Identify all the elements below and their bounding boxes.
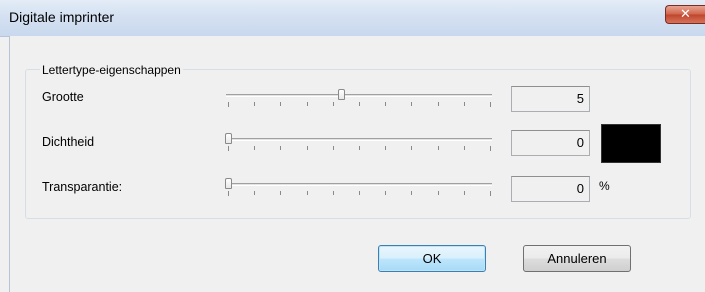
slider-tick <box>333 191 334 195</box>
slider-tick <box>307 191 308 195</box>
slider-tick <box>307 102 308 106</box>
cancel-button[interactable]: Annuleren <box>523 245 631 272</box>
slider-tick <box>254 146 255 150</box>
slider-tick <box>228 146 229 151</box>
slider-tick <box>254 102 255 106</box>
title-bar[interactable]: Digitale imprinter ✕ <box>0 0 705 37</box>
window-title: Digitale imprinter <box>9 9 115 25</box>
groupbox-legend: Lettertype-eigenschappen <box>40 63 183 77</box>
slider-tick <box>490 102 491 107</box>
size-slider[interactable] <box>224 86 494 108</box>
close-icon: ✕ <box>680 7 691 22</box>
transparency-slider[interactable] <box>224 175 494 197</box>
slider-tick <box>307 146 308 150</box>
slider-tick <box>490 191 491 196</box>
slider-tick <box>359 102 360 106</box>
slider-tick <box>411 191 412 195</box>
dialog-window: Digitale imprinter ✕ Lettertype-eigensch… <box>0 0 705 292</box>
slider-tick <box>438 102 439 106</box>
size-label: Grootte <box>42 90 84 104</box>
color-swatch[interactable] <box>601 124 661 163</box>
slider-tick <box>228 102 229 107</box>
density-slider[interactable] <box>224 130 494 152</box>
slider-track <box>226 94 492 97</box>
transparency-label: Transparantie: <box>42 180 123 194</box>
ok-button[interactable]: OK <box>378 245 486 272</box>
slider-tick <box>385 191 386 195</box>
slider-tick <box>359 146 360 150</box>
slider-tick <box>464 191 465 195</box>
slider-tick <box>280 146 281 150</box>
density-label: Dichtheid <box>42 135 95 149</box>
slider-tick <box>280 191 281 195</box>
slider-tick <box>385 102 386 106</box>
slider-tick <box>359 191 360 195</box>
slider-tick <box>333 102 334 106</box>
slider-tick <box>411 146 412 150</box>
slider-tick <box>490 146 491 151</box>
slider-tick <box>464 102 465 106</box>
close-button[interactable]: ✕ <box>665 5 705 24</box>
slider-tick <box>385 146 386 150</box>
slider-thumb[interactable] <box>225 178 232 189</box>
transparency-value-field[interactable]: 0 <box>511 176 590 202</box>
slider-tick <box>333 146 334 150</box>
slider-tick <box>411 102 412 106</box>
slider-tick <box>438 191 439 195</box>
slider-thumb[interactable] <box>225 133 232 144</box>
slider-tick <box>464 146 465 150</box>
size-value-field[interactable]: 5 <box>511 86 590 112</box>
slider-tick <box>228 191 229 196</box>
slider-tick <box>280 102 281 106</box>
slider-thumb[interactable] <box>338 89 345 100</box>
slider-track <box>226 138 492 141</box>
density-value-field[interactable]: 0 <box>511 130 590 156</box>
percent-unit-label: % <box>599 179 610 193</box>
slider-track <box>226 183 492 186</box>
slider-tick <box>254 191 255 195</box>
slider-tick <box>438 146 439 150</box>
